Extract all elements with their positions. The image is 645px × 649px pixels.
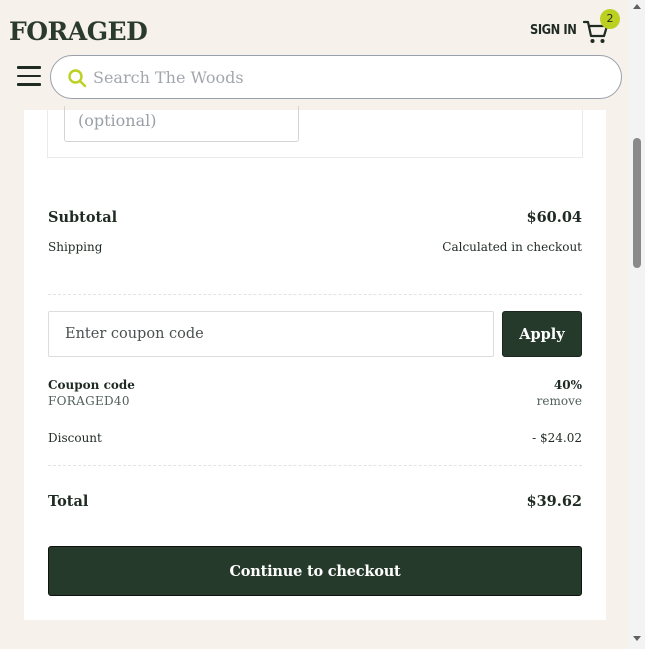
search-icon (68, 69, 87, 88)
cart-summary-card: (optional) Subtotal $60.04 Shipping Calc… (24, 106, 606, 620)
subtotal-label: Subtotal (48, 209, 118, 226)
site-logo[interactable]: FORAGED (9, 17, 148, 46)
applied-coupon-row: Coupon code FORAGED40 40% remove (48, 378, 582, 408)
remove-coupon-link[interactable]: remove (537, 394, 582, 408)
subtotal-row: Subtotal $60.04 (48, 209, 582, 226)
shipping-value: Calculated in checkout (442, 240, 582, 254)
coupon-code-label: Coupon code (48, 378, 135, 392)
scroll-down-arrow-icon[interactable] (633, 636, 641, 641)
search-bar (50, 55, 622, 99)
total-label: Total (48, 493, 89, 510)
divider (48, 294, 582, 295)
page-scrollbar[interactable] (629, 0, 645, 649)
coupon-code-input[interactable] (48, 311, 494, 357)
apply-coupon-button[interactable]: Apply (502, 311, 582, 357)
search-input[interactable] (93, 56, 593, 98)
cart-count-badge: 2 (600, 9, 620, 29)
shipping-row: Shipping Calculated in checkout (48, 240, 582, 254)
hamburger-menu-icon[interactable] (17, 66, 41, 86)
continue-to-checkout-button[interactable]: Continue to checkout (48, 546, 582, 596)
total-row: Total $39.62 (48, 493, 582, 510)
order-note-field[interactable]: (optional) (64, 106, 299, 142)
total-value: $39.62 (526, 493, 583, 510)
discount-row: Discount - $24.02 (48, 431, 582, 445)
scroll-up-arrow-icon[interactable] (633, 4, 641, 9)
coupon-code-value: FORAGED40 (48, 394, 130, 408)
shipping-label: Shipping (48, 240, 103, 254)
site-header: FORAGED SIGN IN 2 (0, 0, 629, 110)
divider (48, 465, 582, 466)
subtotal-value: $60.04 (526, 209, 583, 226)
discount-label: Discount (48, 431, 102, 445)
coupon-percent: 40% (553, 378, 582, 392)
order-note-box: (optional) (47, 106, 583, 158)
scrollbar-thumb[interactable] (633, 138, 641, 268)
sign-in-link[interactable]: SIGN IN (530, 22, 577, 38)
discount-value: - $24.02 (532, 431, 582, 445)
